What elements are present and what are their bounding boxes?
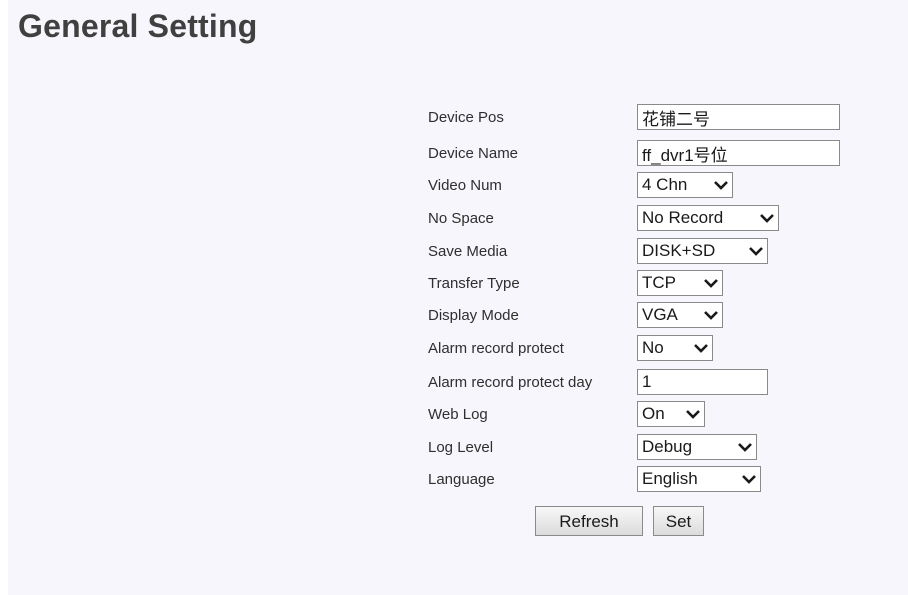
settings-panel: General Setting Device Pos 花铺二号 Device N… (8, 0, 908, 595)
video-num-label: Video Num (428, 176, 502, 194)
display-mode-label: Display Mode (428, 306, 519, 324)
no-space-selected: No Record (642, 208, 724, 227)
no-space-label: No Space (428, 209, 494, 227)
chevron-down-icon (686, 410, 700, 419)
language-selected: English (642, 469, 698, 488)
transfer-type-select[interactable]: TCP (637, 270, 723, 296)
device-name-input[interactable]: ff_dvr1号位 (637, 140, 840, 166)
chevron-down-icon (704, 279, 718, 288)
device-pos-input[interactable]: 花铺二号 (637, 104, 840, 130)
chevron-down-icon (749, 247, 763, 256)
display-mode-selected: VGA (642, 305, 678, 324)
alarm-record-protect-selected: No (642, 338, 664, 357)
video-num-selected: 4 Chn (642, 175, 688, 194)
device-name-label: Device Name (428, 144, 519, 162)
chevron-down-icon (738, 443, 752, 452)
chevron-down-icon (742, 475, 756, 484)
chevron-down-icon (694, 344, 708, 353)
web-log-select[interactable]: On (637, 401, 705, 427)
device-name-value: ff_dvr1号位 (642, 145, 728, 165)
alarm-record-protect-day-label: Alarm record protect day (428, 373, 593, 391)
save-media-label: Save Media (428, 242, 508, 260)
log-level-select[interactable]: Debug (637, 434, 757, 460)
refresh-button[interactable]: Refresh (535, 506, 643, 536)
alarm-record-protect-label: Alarm record protect (428, 339, 564, 357)
display-mode-select[interactable]: VGA (637, 302, 723, 328)
chevron-down-icon (760, 214, 774, 223)
alarm-record-protect-select[interactable]: No (637, 335, 713, 361)
log-level-selected: Debug (642, 437, 693, 456)
page-title: General Setting (18, 8, 258, 44)
no-space-select[interactable]: No Record (637, 205, 779, 231)
save-media-selected: DISK+SD (642, 241, 716, 260)
device-pos-label: Device Pos (428, 108, 504, 126)
video-num-select[interactable]: 4 Chn (637, 172, 733, 198)
web-log-selected: On (642, 404, 665, 423)
chevron-down-icon (714, 181, 728, 190)
web-log-label: Web Log (428, 405, 488, 423)
log-level-label: Log Level (428, 438, 494, 456)
alarm-record-protect-day-input[interactable]: 1 (637, 369, 768, 395)
language-label: Language (428, 470, 495, 488)
language-select[interactable]: English (637, 466, 761, 492)
transfer-type-label: Transfer Type (428, 274, 520, 292)
save-media-select[interactable]: DISK+SD (637, 238, 768, 264)
transfer-type-selected: TCP (642, 273, 676, 292)
set-button[interactable]: Set (653, 506, 704, 536)
chevron-down-icon (704, 311, 718, 320)
device-pos-value: 花铺二号 (642, 109, 710, 129)
alarm-record-protect-day-value: 1 (642, 372, 652, 391)
